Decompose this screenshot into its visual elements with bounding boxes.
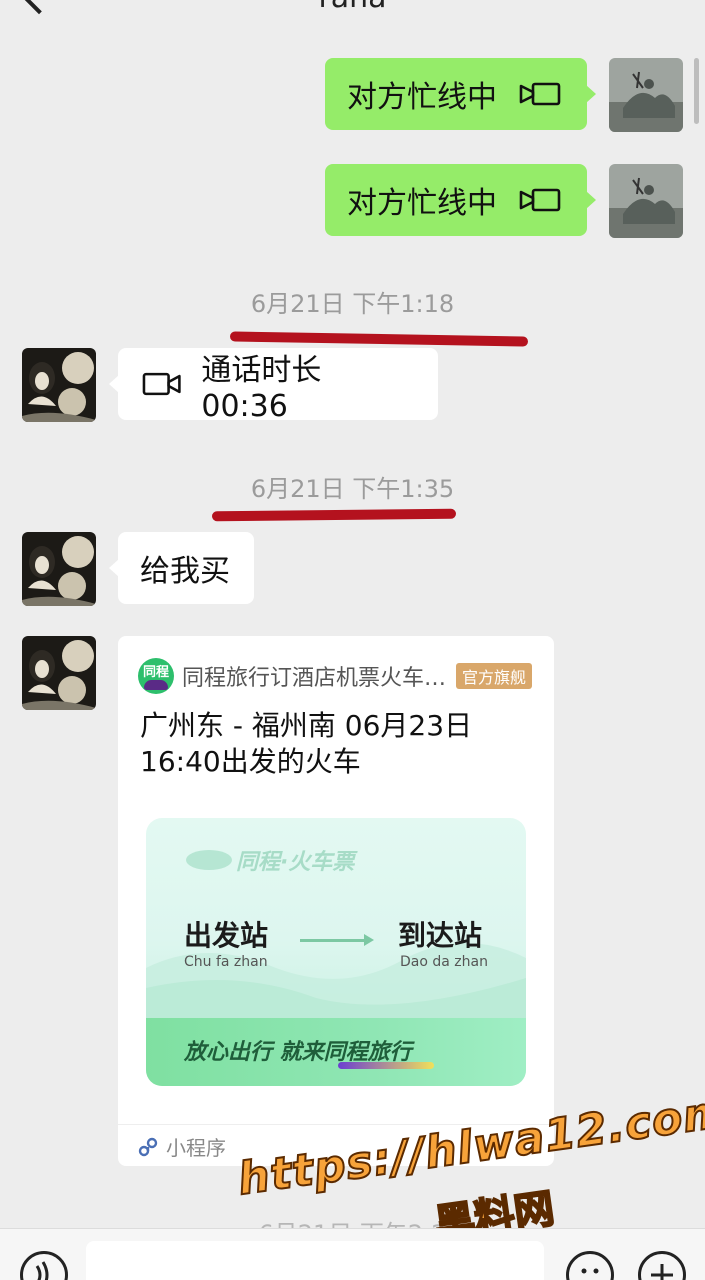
call-status-text: 对方忙线中 bbox=[347, 186, 497, 221]
card-title: 广州东 - 福州南 06月23日 16:40出发的火车 bbox=[140, 709, 473, 778]
annotation-underline bbox=[211, 508, 457, 522]
card-footer: 小程序 bbox=[138, 1132, 226, 1161]
official-badge: 官方旗舰 bbox=[456, 663, 533, 689]
call-status-text: 对方忙线中 bbox=[347, 80, 497, 115]
mini-program-card[interactable]: 同程 同程旅行订酒店机票火车… 官方旗舰 广州东 - 福州南 06月23日 16… bbox=[118, 636, 554, 1166]
ticket-image: 同程·火车票 出发站 Chu fa zhan 到达站 Dao da zhan 放… bbox=[146, 818, 526, 1086]
arrival-station-pinyin: Dao da zhan bbox=[400, 954, 488, 970]
chat-title: rana bbox=[0, 0, 705, 15]
chat-screen: rana 对方忙线中 对方忙线中 bbox=[0, 0, 705, 1280]
voice-input-button[interactable] bbox=[20, 1251, 68, 1280]
plus-icon bbox=[651, 1264, 673, 1280]
emoji-button[interactable] bbox=[566, 1251, 614, 1280]
arrow-right-icon bbox=[300, 934, 374, 946]
message-text: 给我买 bbox=[140, 554, 230, 589]
card-header: 同程 同程旅行订酒店机票火车… 官方旗舰 bbox=[138, 658, 538, 694]
arrival-station: 到达站 bbox=[398, 919, 483, 952]
brand-name: 同程旅行订酒店机票火车… bbox=[182, 666, 447, 691]
scrollbar-thumb[interactable] bbox=[694, 58, 699, 124]
outgoing-call-bubble[interactable]: 对方忙线中 bbox=[325, 58, 596, 130]
mini-program-label: 小程序 bbox=[166, 1136, 226, 1160]
ticket-brand: 同程·火车票 bbox=[186, 844, 354, 876]
contact-avatar[interactable] bbox=[22, 636, 96, 710]
voice-wave-icon bbox=[35, 1261, 49, 1280]
message-timestamp: 6月21日 下午1:35 bbox=[250, 475, 455, 503]
departure-station: 出发站 bbox=[184, 919, 269, 952]
chat-header: rana bbox=[0, 0, 705, 18]
slogan-underline bbox=[338, 1062, 434, 1069]
incoming-call-bubble[interactable]: 通话时长 00:36 bbox=[109, 348, 438, 424]
incoming-text-bubble[interactable]: 给我买 bbox=[109, 532, 254, 604]
message-timestamp: 6月21日 下午1:18 bbox=[250, 290, 455, 318]
call-duration-text: 通话时长 00:36 bbox=[201, 352, 322, 424]
video-call-icon bbox=[142, 372, 181, 396]
mini-program-icon bbox=[138, 1137, 158, 1156]
my-avatar[interactable] bbox=[609, 58, 683, 132]
chat-input-bar bbox=[0, 1228, 705, 1280]
message-input[interactable] bbox=[86, 1241, 544, 1280]
my-avatar[interactable] bbox=[609, 164, 683, 238]
contact-avatar[interactable] bbox=[22, 348, 96, 422]
smile-icon bbox=[581, 1268, 599, 1274]
outgoing-call-bubble[interactable]: 对方忙线中 bbox=[325, 164, 596, 236]
whale-logo-icon bbox=[186, 850, 232, 870]
video-call-icon bbox=[519, 188, 561, 212]
departure-station-pinyin: Chu fa zhan bbox=[184, 954, 268, 970]
contact-avatar[interactable] bbox=[22, 532, 96, 606]
video-call-icon bbox=[519, 82, 561, 106]
more-button[interactable] bbox=[638, 1251, 686, 1280]
slogan-band: 放心出行 就来同程旅行 bbox=[146, 1018, 526, 1086]
brand-logo: 同程 bbox=[138, 658, 174, 694]
